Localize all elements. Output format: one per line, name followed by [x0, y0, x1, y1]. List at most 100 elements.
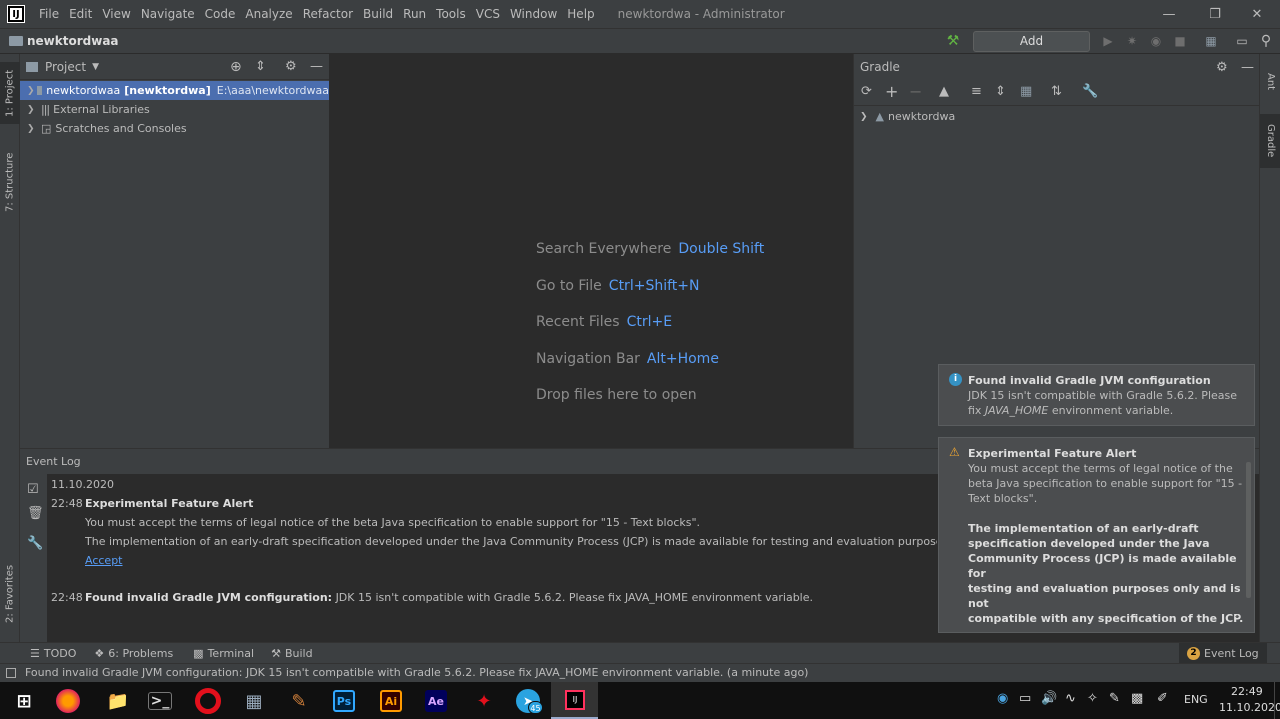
notification-gradle-jvm[interactable]: i Found invalid Gradle JVM configuration… — [938, 364, 1255, 426]
chevron-up-icon[interactable]: ⌃ — [1233, 612, 1241, 627]
pencil-icon[interactable]: ✎ — [285, 687, 313, 715]
status-toggle-icon[interactable] — [6, 668, 16, 678]
search-icon[interactable]: ⚲ — [1258, 33, 1274, 49]
tab-project[interactable]: 1: Project — [0, 62, 20, 124]
close-icon[interactable]: ✕ — [1234, 0, 1280, 28]
collapse-all-icon[interactable]: ⇕ — [255, 59, 266, 74]
module-icon[interactable]: ▦ — [1020, 84, 1032, 99]
expand-all-icon[interactable]: ≡ — [971, 84, 982, 99]
build-hammer-icon[interactable]: ⚒ — [945, 33, 961, 49]
menu-help[interactable]: Help — [562, 0, 599, 28]
wrench-icon[interactable]: 🔧 — [1082, 84, 1098, 99]
show-desktop-button[interactable] — [1274, 682, 1280, 719]
battery-icon[interactable]: ▭ — [1019, 691, 1031, 706]
layout-icon[interactable]: ▭ — [1234, 33, 1250, 49]
display-icon[interactable]: ▩ — [1131, 691, 1143, 706]
gear-icon[interactable]: ⚙ — [285, 59, 297, 74]
photoshop-icon[interactable]: Ps — [333, 690, 355, 712]
menu-tools[interactable]: Tools — [431, 0, 471, 28]
notification-text: beta Java specification to enable suppor… — [968, 477, 1243, 490]
toggle-offline-icon[interactable]: ⇅ — [1051, 84, 1062, 99]
chevron-right-icon[interactable]: ❯ — [27, 86, 35, 96]
menu-analyze[interactable]: Analyze — [240, 0, 297, 28]
status-message[interactable]: Found invalid Gradle JVM configuration: … — [25, 666, 808, 679]
tab-problems[interactable]: ❖ 6: Problems — [94, 647, 173, 660]
chevron-down-icon[interactable]: ▼ — [92, 62, 99, 72]
chevron-right-icon[interactable]: ❯ — [860, 112, 868, 122]
problems-icon: ❖ — [94, 646, 105, 660]
accept-link[interactable]: Accept — [85, 554, 123, 567]
add-icon[interactable]: + — [885, 82, 898, 101]
tab-structure[interactable]: 7: Structure — [0, 142, 20, 222]
acrobat-icon[interactable]: ✦ — [470, 687, 498, 715]
network-globe-icon[interactable]: ◉ — [997, 691, 1008, 706]
quill-icon[interactable]: ✐ — [1157, 691, 1168, 706]
clock-date[interactable]: 11.10.2020 — [1219, 701, 1280, 714]
add-configuration-button[interactable]: Add Configuration... — [973, 31, 1090, 67]
intellij-taskbar-item[interactable]: IJ — [551, 682, 598, 719]
volume-icon[interactable]: 🔊 — [1041, 691, 1057, 706]
hide-icon[interactable]: — — [1241, 60, 1254, 75]
editor-empty-area[interactable]: Search Everywhere Double Shift Go to File… — [330, 54, 852, 448]
illustrator-icon[interactable]: Ai — [380, 690, 402, 712]
file-explorer-icon[interactable]: 📁 — [104, 687, 132, 715]
windows-start-icon[interactable]: ⊞ — [10, 687, 38, 715]
hide-icon[interactable]: — — [310, 59, 323, 74]
after-effects-icon[interactable]: Ae — [425, 690, 447, 712]
tree-item-project-root[interactable]: ❯ newktordwaa [newktordwa] E:\aaa\newkto… — [20, 81, 329, 100]
tab-favorites[interactable]: 2: Favorites — [0, 559, 20, 629]
refresh-icon[interactable]: ⟳ — [861, 84, 872, 99]
menu-code[interactable]: Code — [200, 0, 241, 28]
scrollbar[interactable] — [1246, 462, 1251, 598]
tab-ant[interactable]: Ant — [1260, 62, 1280, 102]
gradle-elephant-icon[interactable]: ▲ — [939, 84, 949, 99]
calculator-icon[interactable]: ▦ — [240, 687, 268, 715]
project-structure-icon[interactable]: ▦ — [1203, 33, 1219, 49]
menu-window[interactable]: Window — [505, 0, 562, 28]
mark-read-icon[interactable]: ☑ — [27, 482, 39, 497]
gradle-project-node[interactable]: ❯ ▲ newktordwa — [860, 110, 955, 123]
tree-item-scratches[interactable]: ❯ ◲ Scratches and Consoles — [20, 119, 329, 138]
tab-gradle[interactable]: Gradle — [1260, 114, 1280, 168]
run-icon[interactable]: ▶ — [1100, 33, 1116, 49]
remove-icon[interactable]: − — [909, 82, 922, 101]
wrench-icon[interactable]: 🔧 — [27, 536, 43, 551]
menu-refactor[interactable]: Refactor — [298, 0, 358, 28]
tab-build[interactable]: ⚒ Build — [271, 647, 313, 660]
menu-view[interactable]: View — [97, 0, 135, 28]
menu-edit[interactable]: Edit — [64, 0, 97, 28]
stop-icon[interactable]: ■ — [1172, 33, 1188, 49]
debug-icon[interactable]: ✷ — [1124, 33, 1140, 49]
tab-event-log[interactable]: 2 Event Log — [1179, 643, 1267, 664]
menu-run[interactable]: Run — [398, 0, 431, 28]
firefox-icon[interactable] — [56, 689, 80, 713]
tab-terminal[interactable]: ▩ Terminal — [193, 647, 254, 660]
wifi-icon[interactable]: ∿ — [1065, 691, 1076, 706]
bluetooth-icon[interactable]: ✧ — [1087, 691, 1098, 706]
pen-tray-icon[interactable]: ✎ — [1109, 691, 1120, 706]
notification-experimental-feature[interactable]: ⚠ Experimental Feature Alert You must ac… — [938, 437, 1255, 633]
log-date: 11.10.2020 — [51, 478, 114, 491]
scratches-icon: ◲ — [41, 122, 52, 135]
project-view-selector[interactable]: Project — [45, 60, 86, 74]
collapse-all-icon[interactable]: ⇕ — [995, 84, 1006, 99]
maximize-icon[interactable]: ❐ — [1192, 0, 1238, 28]
menu-vcs[interactable]: VCS — [471, 0, 505, 28]
coverage-icon[interactable]: ◉ — [1148, 33, 1164, 49]
opera-icon[interactable] — [195, 688, 221, 714]
menu-build[interactable]: Build — [358, 0, 398, 28]
minimize-icon[interactable]: — — [1146, 0, 1192, 28]
trash-icon[interactable]: 🗑 — [27, 506, 44, 521]
chevron-right-icon[interactable]: ❯ — [27, 105, 39, 115]
chevron-right-icon[interactable]: ❯ — [27, 124, 39, 134]
menu-navigate[interactable]: Navigate — [136, 0, 200, 28]
tab-todo[interactable]: ☰ TODO — [30, 647, 76, 660]
locate-icon[interactable]: ⊕ — [230, 59, 242, 75]
tree-item-external-libraries[interactable]: ❯ ||| External Libraries — [20, 100, 329, 119]
breadcrumb-project[interactable]: newktordwaa — [27, 34, 119, 48]
language-indicator[interactable]: ENG — [1184, 693, 1208, 706]
clock-time[interactable]: 22:49 — [1231, 685, 1263, 698]
terminal-app-icon[interactable]: >_ — [148, 692, 172, 710]
menu-file[interactable]: File — [34, 0, 64, 28]
gear-icon[interactable]: ⚙ — [1216, 60, 1228, 75]
